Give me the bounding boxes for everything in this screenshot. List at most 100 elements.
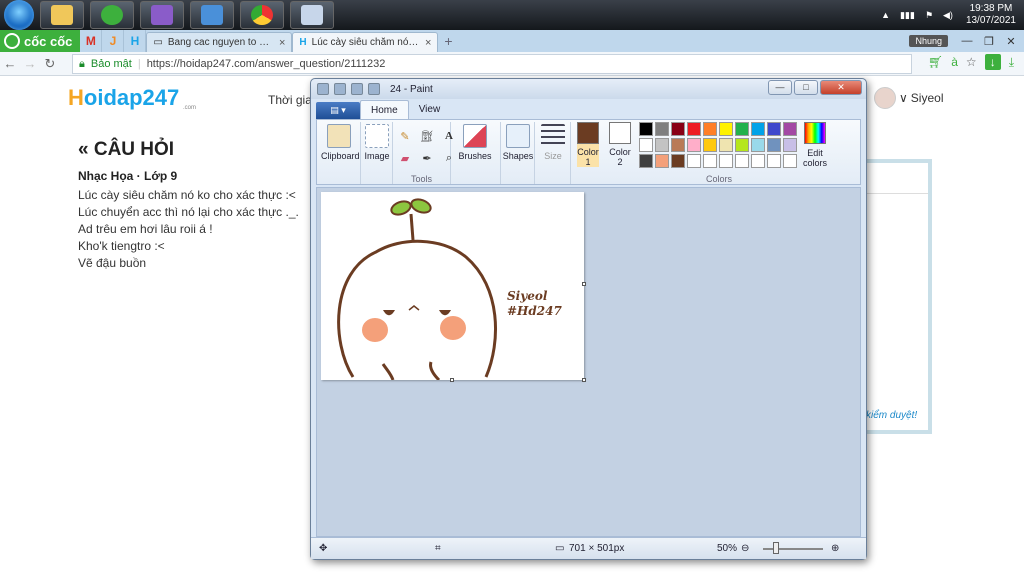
zoom-slider[interactable]: [763, 548, 823, 550]
taskbar-explorer[interactable]: [40, 1, 84, 29]
taskbar-chrome[interactable]: [240, 1, 284, 29]
palette-color-21[interactable]: [655, 154, 669, 168]
paint-minimize-icon[interactable]: —: [768, 80, 792, 95]
undo-icon[interactable]: [351, 83, 363, 95]
palette-color-27[interactable]: [751, 154, 765, 168]
nav-time-link[interactable]: Thời gia: [268, 93, 312, 107]
volume-icon[interactable]: ◀): [943, 10, 953, 21]
palette-color-17[interactable]: [751, 138, 765, 152]
taskbar-paint[interactable]: [290, 1, 334, 29]
new-tab-button[interactable]: +: [444, 33, 452, 49]
taskbar-coccoc[interactable]: [90, 1, 134, 29]
resize-handle-right[interactable]: [582, 282, 586, 286]
edit-colors-button[interactable]: Edit colors: [803, 122, 827, 168]
palette-color-25[interactable]: [719, 154, 733, 168]
tab-close-icon[interactable]: ×: [425, 37, 431, 49]
shapes-button[interactable]: Shapes: [501, 124, 535, 161]
close-icon[interactable]: ✕: [1002, 35, 1020, 48]
palette-color-0[interactable]: [639, 122, 653, 136]
reload-icon[interactable]: ↻: [40, 56, 60, 72]
palette-color-11[interactable]: [655, 138, 669, 152]
minimize-icon[interactable]: —: [958, 35, 976, 47]
translate-icon[interactable]: à: [951, 55, 958, 69]
taskbar-game[interactable]: [140, 1, 184, 29]
back-icon[interactable]: ←: [0, 56, 20, 71]
palette-color-23[interactable]: [687, 154, 701, 168]
palette-color-15[interactable]: [719, 138, 733, 152]
tab-question[interactable]: H Lúc cày siêu chăm nó ko c ×: [292, 32, 439, 52]
save-icon[interactable]: [334, 83, 346, 95]
color1-button[interactable]: Color 1: [577, 122, 599, 167]
palette-color-8[interactable]: [767, 122, 781, 136]
cart-icon[interactable]: 🛒︎: [928, 55, 943, 69]
resize-handle-bottom[interactable]: [450, 378, 454, 382]
palette-color-16[interactable]: [735, 138, 749, 152]
redo-icon[interactable]: [368, 83, 380, 95]
palette-color-12[interactable]: [671, 138, 685, 152]
start-button[interactable]: [4, 0, 34, 30]
brushes-button[interactable]: Brushes: [457, 124, 493, 161]
pinned-tab-gmail[interactable]: M: [80, 30, 103, 52]
paint-app-icon[interactable]: [317, 83, 329, 95]
user-menu[interactable]: ∨ Siyeol: [874, 87, 943, 109]
palette-color-10[interactable]: [639, 138, 653, 152]
tools-label: Tools: [410, 174, 432, 184]
resize-handle-corner[interactable]: [582, 378, 586, 382]
size-button[interactable]: Size: [535, 124, 571, 161]
tab-view[interactable]: View: [409, 100, 451, 119]
paint-maximize-icon[interactable]: □: [794, 80, 818, 95]
tab-periodic-table[interactable]: ▭ Bang cac nguyen to hoa h ×: [146, 32, 293, 52]
color2-button[interactable]: Color 2: [609, 122, 631, 167]
palette-color-26[interactable]: [735, 154, 749, 168]
coccoc-menu[interactable]: cốc cốc: [0, 30, 81, 52]
paint-titlebar[interactable]: 24 - Paint — □ ✕: [311, 79, 866, 99]
paint-file-menu[interactable]: ▤ ▾: [316, 102, 360, 119]
palette-color-24[interactable]: [703, 154, 717, 168]
signal-icon[interactable]: ▮▮▮: [900, 10, 915, 21]
download-icon[interactable]: ↓: [984, 54, 1001, 70]
address-bar[interactable]: 🔒︎ Bảo mật | https://hoidap247.com/answe…: [72, 54, 912, 74]
flag-icon[interactable]: ⚑: [925, 10, 933, 21]
palette-color-3[interactable]: [687, 122, 701, 136]
clock[interactable]: 19:38 PM 13/07/2021: [966, 3, 1016, 27]
tab-home[interactable]: Home: [360, 100, 409, 119]
palette-color-1[interactable]: [655, 122, 669, 136]
paint-close-icon[interactable]: ✕: [820, 80, 862, 95]
fill-icon[interactable]: ⛽︎: [419, 128, 435, 144]
palette-color-9[interactable]: [783, 122, 797, 136]
bookmark-star-icon[interactable]: ☆: [966, 55, 977, 69]
palette-color-7[interactable]: [751, 122, 765, 136]
pencil-icon[interactable]: ✎: [397, 128, 413, 144]
palette-color-14[interactable]: [703, 138, 717, 152]
pinned-tab-hoidap[interactable]: H: [124, 30, 147, 52]
palette-color-22[interactable]: [671, 154, 685, 168]
tab-close-icon[interactable]: ×: [279, 37, 285, 49]
taskbar-remote[interactable]: [190, 1, 234, 29]
drawing-canvas[interactable]: Siyeol #Hd247: [321, 192, 584, 382]
site-logo[interactable]: Hoidap247: [68, 85, 179, 111]
tray-arrow-icon[interactable]: ▲: [881, 10, 890, 20]
eraser-icon[interactable]: ▰: [397, 150, 413, 166]
palette-color-2[interactable]: [671, 122, 685, 136]
pinned-tab-j[interactable]: J: [102, 30, 125, 52]
zoom-in-icon[interactable]: ⊕: [831, 543, 839, 554]
image-button[interactable]: Image: [361, 124, 393, 161]
clipboard-button[interactable]: Clipboard: [321, 124, 360, 161]
palette-color-18[interactable]: [767, 138, 781, 152]
palette-color-6[interactable]: [735, 122, 749, 136]
paint-window[interactable]: 24 - Paint — □ ✕ ▤ ▾ Home View Clipboard…: [310, 78, 867, 560]
zoom-slider-thumb[interactable]: [773, 542, 779, 554]
palette-color-20[interactable]: [639, 154, 653, 168]
forward-icon[interactable]: →: [20, 56, 40, 71]
palette-color-29[interactable]: [783, 154, 797, 168]
save-page-icon[interactable]: ⤓: [1009, 55, 1014, 70]
palette-color-5[interactable]: [719, 122, 733, 136]
palette-color-19[interactable]: [783, 138, 797, 152]
palette-color-28[interactable]: [767, 154, 781, 168]
palette-color-13[interactable]: [687, 138, 701, 152]
zoom-out-icon[interactable]: ⊖: [741, 543, 749, 554]
palette-color-4[interactable]: [703, 122, 717, 136]
restore-icon[interactable]: ❐: [980, 35, 998, 48]
color-picker-icon[interactable]: ✒: [419, 150, 435, 166]
profile-badge[interactable]: Nhung: [909, 35, 948, 47]
